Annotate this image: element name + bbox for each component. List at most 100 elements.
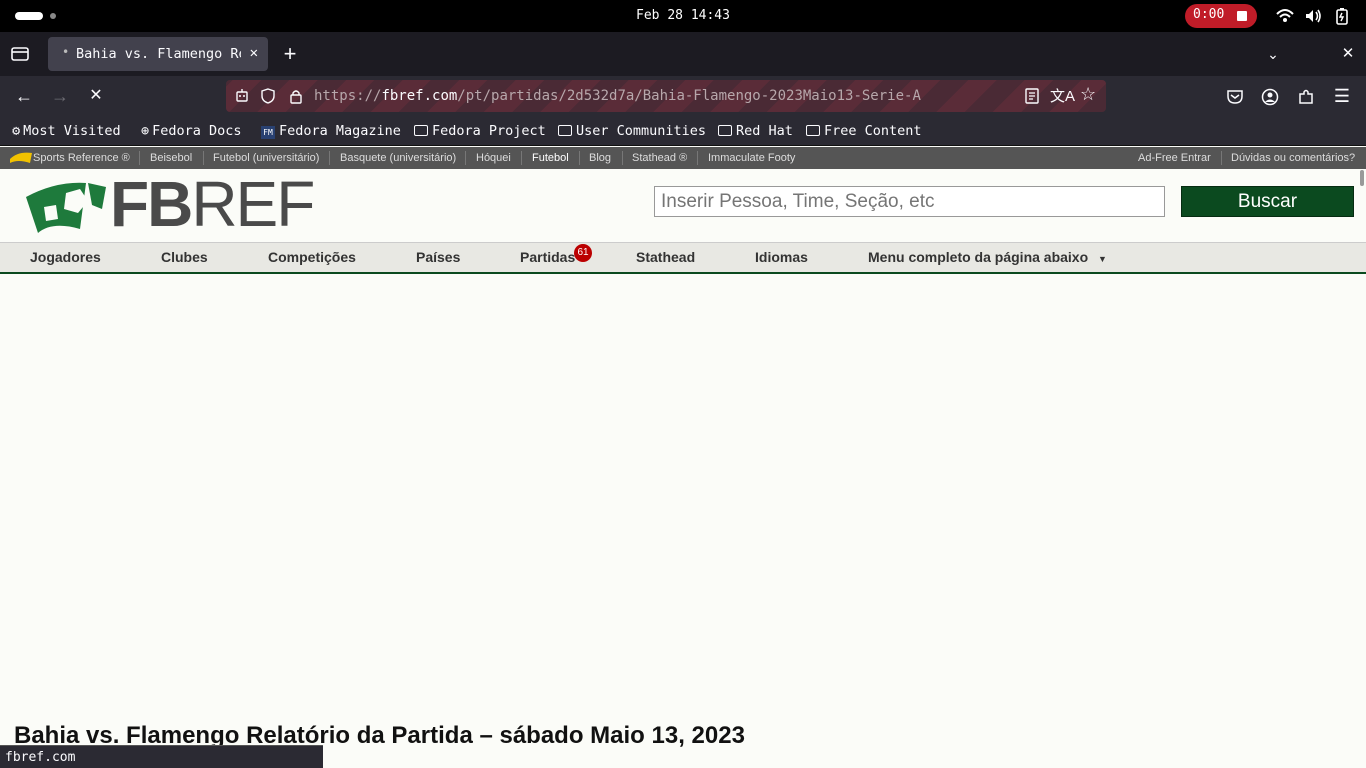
globe-icon: ⊕ (141, 123, 150, 139)
separator (465, 151, 466, 165)
bookmark-free-content[interactable]: Free Content (806, 123, 922, 139)
sports-reference-bar: Sports Reference ® Beisebol Futebol (uni… (0, 147, 1366, 169)
page-scrollbar[interactable] (1360, 170, 1364, 186)
gear-icon: ⚙ (12, 123, 21, 139)
logo-light: REF (191, 168, 315, 240)
folder-icon (558, 125, 572, 136)
sr-link-beisebol[interactable]: Beisebol (150, 152, 192, 164)
sr-link-futebol-universitario[interactable]: Futebol (universitário) (213, 152, 319, 164)
bookmark-label: User Communities (576, 123, 707, 139)
pocket-icon[interactable] (1226, 88, 1244, 106)
bookmark-label: Free Content (824, 123, 922, 139)
bookmark-label: Most Visited (23, 123, 121, 139)
tab-title: Bahia vs. Flamengo Relatório da Partida (76, 46, 241, 62)
new-tab-icon[interactable]: + (276, 40, 304, 68)
url-domain: fbref.com (381, 88, 458, 104)
separator (1221, 151, 1222, 165)
separator (622, 151, 623, 165)
dropdown-arrow-icon: ▼ (1098, 254, 1107, 264)
robot-icon[interactable] (234, 88, 250, 104)
translate-icon[interactable]: 文A (1050, 85, 1075, 106)
url-bar[interactable]: https://fbref.com/pt/partidas/2d532d7a/B… (226, 80, 1106, 112)
bookmark-label: Fedora Project (432, 123, 546, 139)
url-path: /pt/partidas/2d532d7a/Bahia-Flamengo-202… (457, 88, 921, 104)
full-menu-label: Menu completo da página abaixo (868, 249, 1089, 265)
account-icon[interactable] (1261, 88, 1279, 106)
tab-strip: • Bahia vs. Flamengo Relatório da Partid… (0, 32, 1366, 76)
clock[interactable]: Feb 28 14:43 (0, 8, 1366, 23)
separator (329, 151, 330, 165)
volume-icon[interactable] (1303, 6, 1323, 26)
ad-free-login-link[interactable]: Ad-Free Entrar (1138, 152, 1211, 164)
back-icon[interactable]: ← (10, 82, 38, 110)
nav-competicoes[interactable]: Competições (268, 249, 356, 265)
nav-partidas[interactable]: Partidas (520, 249, 575, 265)
separator (139, 151, 140, 165)
sr-link-stathead[interactable]: Stathead ® (632, 152, 687, 164)
list-tabs-icon[interactable]: ⌄ (1259, 40, 1287, 68)
fm-icon: FM (261, 126, 275, 139)
logo-wordmark: FBREF (110, 167, 315, 241)
url-text: https://fbref.com/pt/partidas/2d532d7a/B… (314, 88, 921, 104)
search-input[interactable] (654, 186, 1165, 217)
sr-link-immaculate-footy[interactable]: Immaculate Footy (708, 152, 795, 164)
sr-link-blog[interactable]: Blog (589, 152, 611, 164)
bookmark-star-icon[interactable]: ☆ (1080, 84, 1096, 105)
sr-link-futebol[interactable]: Futebol (532, 152, 569, 164)
nav-full-menu[interactable]: Menu completo da página abaixo ▼ (868, 249, 1107, 265)
sr-link-basquete-universitario[interactable]: Basquete (universitário) (340, 152, 456, 164)
search-button[interactable]: Buscar (1181, 186, 1354, 217)
folder-icon (718, 125, 732, 136)
bookmark-label: Red Hat (736, 123, 793, 139)
bookmark-fedora-magazine[interactable]: FM Fedora Magazine (261, 123, 401, 139)
nav-paises[interactable]: Países (416, 249, 460, 265)
soccer-ball-logo-icon (26, 182, 106, 233)
status-bar: fbref.com (0, 745, 323, 768)
nav-clubes[interactable]: Clubes (161, 249, 208, 265)
tab-active[interactable]: • Bahia vs. Flamengo Relatório da Partid… (48, 37, 268, 71)
separator (521, 151, 522, 165)
forward-icon[interactable]: → (46, 82, 74, 110)
extensions-icon[interactable] (1297, 88, 1315, 106)
bookmark-red-hat[interactable]: Red Hat (718, 123, 793, 139)
fbref-logo[interactable]: FBREF (26, 168, 316, 240)
reader-view-icon[interactable] (1024, 88, 1040, 104)
separator (697, 151, 698, 165)
url-prefix: https:// (314, 88, 382, 104)
navigation-toolbar: ← → ✕ https://fbref.com/pt/partidas/2d53… (0, 76, 1366, 116)
bookmark-user-communities[interactable]: User Communities (558, 123, 706, 139)
folder-icon (806, 125, 820, 136)
stop-loading-icon[interactable]: ✕ (82, 82, 110, 110)
screen-recording-indicator[interactable]: 0:00 (1185, 4, 1257, 28)
bookmark-fedora-project[interactable]: Fedora Project (414, 123, 546, 139)
separator (203, 151, 204, 165)
sr-link-hoquei[interactable]: Hóquei (476, 152, 511, 164)
battery-icon[interactable] (1332, 6, 1352, 26)
bookmark-label: Fedora Magazine (279, 123, 401, 139)
lock-icon[interactable] (288, 88, 304, 104)
nav-stathead[interactable]: Stathead (636, 249, 695, 265)
sr-link-sports-reference[interactable]: Sports Reference ® (33, 152, 130, 164)
logo-bold: FB (110, 168, 193, 240)
bookmark-fedora-docs[interactable]: ⊕ Fedora Docs (141, 123, 242, 139)
system-top-bar: Feb 28 14:43 0:00 (0, 0, 1366, 32)
feedback-link[interactable]: Dúvidas ou comentários? (1231, 152, 1355, 164)
menu-icon[interactable]: ☰ (1328, 82, 1356, 110)
recording-time: 0:00 (1193, 7, 1225, 22)
tab-overview-icon[interactable] (6, 40, 34, 68)
close-window-icon[interactable]: ✕ (1334, 40, 1362, 68)
bookmarks-toolbar: ⚙ Most Visited ⊕ Fedora Docs FM Fedora Maga… (0, 116, 1366, 146)
bookmark-label: Fedora Docs (152, 123, 242, 139)
site-header: FBREF Buscar (0, 168, 1366, 242)
shield-icon[interactable] (260, 88, 276, 104)
folder-icon (414, 125, 428, 136)
close-tab-icon[interactable]: ✕ (250, 45, 258, 61)
loading-dot-icon: • (62, 45, 70, 59)
wifi-icon[interactable] (1275, 6, 1295, 26)
sports-reference-logo-icon (10, 152, 32, 163)
bookmark-most-visited[interactable]: ⚙ Most Visited (12, 123, 121, 139)
partidas-count-badge: 61 (574, 244, 592, 262)
nav-jogadores[interactable]: Jogadores (30, 249, 101, 265)
nav-idiomas[interactable]: Idiomas (755, 249, 808, 265)
separator (579, 151, 580, 165)
